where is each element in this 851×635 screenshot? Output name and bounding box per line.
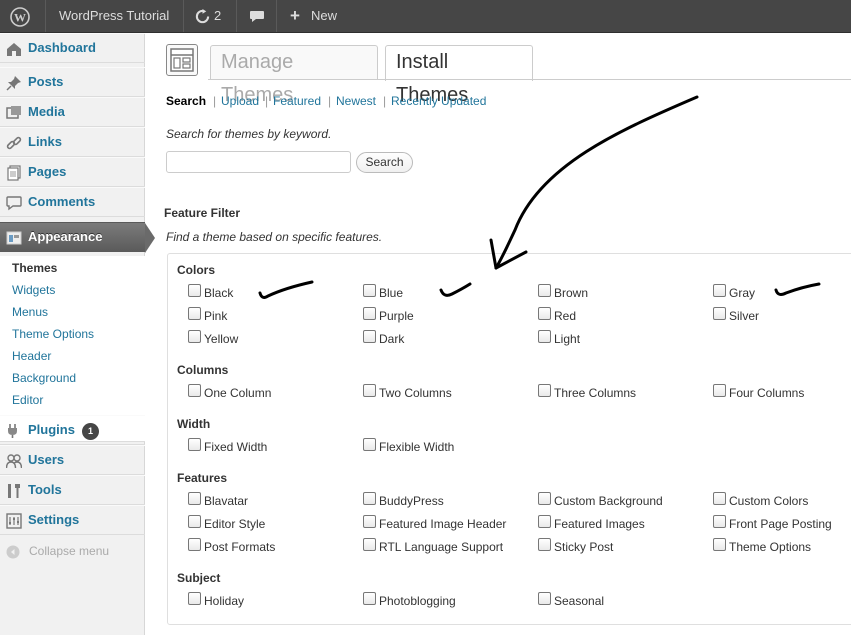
annotation-check-blue	[439, 282, 472, 297]
annotation-check-black	[258, 280, 314, 299]
annotation-check-gray	[774, 282, 821, 296]
annotation-arrow	[494, 95, 699, 270]
annotation-overlay	[258, 95, 821, 299]
